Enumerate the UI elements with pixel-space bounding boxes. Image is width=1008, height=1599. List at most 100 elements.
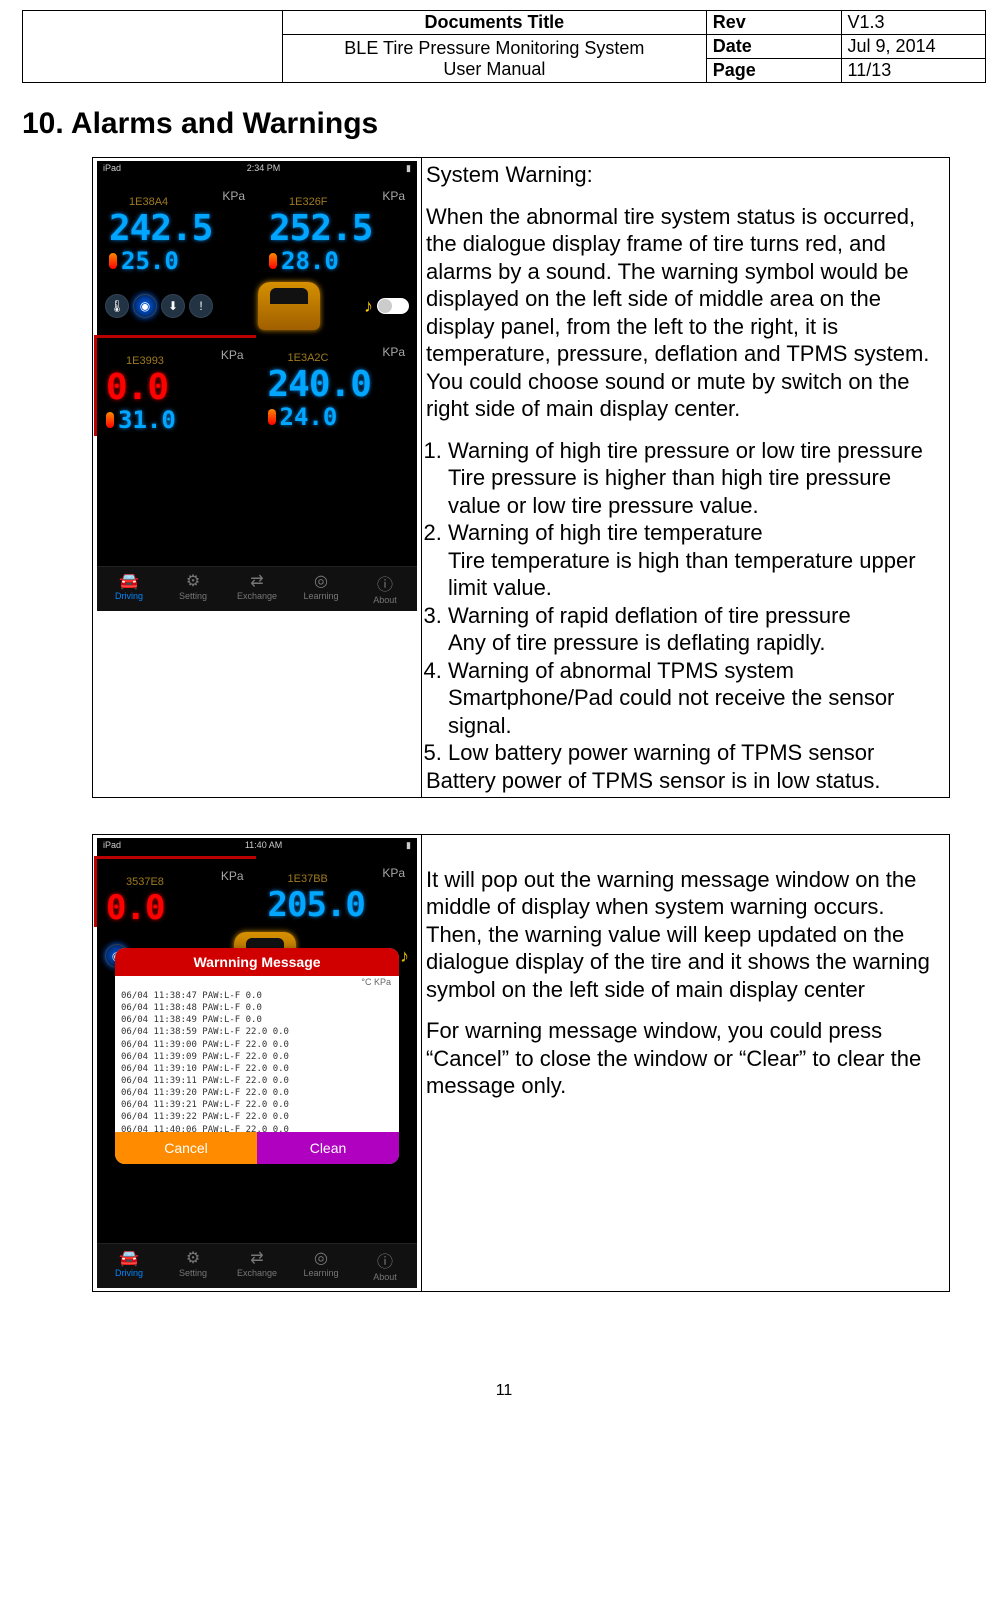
popup-description-2: For warning message window, you could pr… <box>426 1017 945 1100</box>
tire-front-right: 1E326F KPa 252.5 28.0 <box>257 179 417 277</box>
tpms-warning-icon: ! <box>189 294 213 318</box>
rev-value: V1.3 <box>841 11 985 35</box>
thermometer-icon <box>269 253 277 269</box>
status-time: 11:40 AM <box>245 840 282 854</box>
kpa-label: KPa <box>382 189 405 203</box>
pressure-value: 252.5 <box>269 211 411 247</box>
temp-value: 28.0 <box>281 247 339 275</box>
warning-popup: Warnning Message °C KPa 06/04 11:38:47 P… <box>115 948 399 1164</box>
popup-message-row: 06/04 11:39:09 PAW:L-F 22.0 0.0 <box>121 1051 393 1063</box>
tab-exchange[interactable]: ⇄Exchange <box>225 1244 289 1288</box>
pressure-value: 205.0 <box>268 888 412 922</box>
tab-learning[interactable]: ◎Learning <box>289 567 353 611</box>
alarm-table-1: iPad 2:34 PM ▮ 1E38A4 KPa 242.5 25.0 1E3… <box>92 157 950 798</box>
kpa-label: KPa <box>382 866 405 880</box>
tire-front-right: 1E37BB KPa 205.0 <box>256 856 418 927</box>
tab-learning[interactable]: ◎Learning <box>289 1244 353 1288</box>
car-icon: 🚘 <box>97 1248 161 1268</box>
section-title: 10. Alarms and Warnings <box>22 107 986 141</box>
warn-item-5-detail: Battery power of TPMS sensor is in low s… <box>426 768 880 793</box>
popup-message-row: 06/04 11:38:47 PAW:L-F 0.0 <box>121 990 393 1002</box>
popup-description-1: It will pop out the warning message wind… <box>426 866 945 1004</box>
page-label: Page <box>706 59 841 83</box>
temp-value: 31.0 <box>118 406 176 434</box>
warning-icons: 🌡 ◉ ⬇ ! <box>105 294 213 318</box>
tire-id: 1E37BB <box>288 873 328 885</box>
popup-message-row: 06/04 11:39:20 PAW:L-F 22.0 0.0 <box>121 1087 393 1099</box>
description-2: It will pop out the warning message wind… <box>422 835 950 1292</box>
pressure-value: 240.0 <box>268 367 412 403</box>
date-value: Jul 9, 2014 <box>841 35 985 59</box>
tire-rear-left: 1E3993 KPa 0.0 31.0 <box>94 335 256 436</box>
system-warning-body: When the abnormal tire system status is … <box>426 203 945 423</box>
tire-front-left: 1E38A4 KPa 242.5 25.0 <box>97 179 257 277</box>
system-warning-heading: System Warning: <box>426 161 945 189</box>
car-icon: 🚘 <box>97 571 161 591</box>
app-screenshot-2: iPad 11:40 AM ▮ 3537E8 KPa 0.0 1E37BB KP… <box>97 838 417 1288</box>
status-time: 2:34 PM <box>247 163 281 177</box>
tab-about[interactable]: ⓘAbout <box>353 567 417 611</box>
popup-message-list: 06/04 11:38:47 PAW:L-F 0.006/04 11:38:48… <box>115 988 399 1132</box>
clean-button[interactable]: Clean <box>257 1132 399 1164</box>
temperature-warning-icon: 🌡 <box>105 294 129 318</box>
page-number: 11 <box>22 1382 986 1400</box>
battery-icon: ▮ <box>406 840 411 854</box>
doc-title-label: Documents Title <box>283 11 707 35</box>
status-device: iPad <box>103 840 121 854</box>
document-header: Documents Title Rev V1.3 BLE Tire Pressu… <box>22 10 986 83</box>
page-value: 11/13 <box>841 59 985 83</box>
popup-message-row: 06/04 11:39:10 PAW:L-F 22.0 0.0 <box>121 1063 393 1075</box>
kpa-label: KPa <box>382 345 405 359</box>
info-icon: ⓘ <box>353 571 417 595</box>
tab-about[interactable]: ⓘAbout <box>353 1244 417 1288</box>
mute-switch[interactable] <box>377 298 409 314</box>
thermometer-icon <box>268 409 276 425</box>
deflation-warning-icon: ⬇ <box>161 294 185 318</box>
exchange-icon: ⇄ <box>225 1248 289 1268</box>
tire-id: 1E326F <box>289 196 328 208</box>
alarm-table-2: iPad 11:40 AM ▮ 3537E8 KPa 0.0 1E37BB KP… <box>92 834 950 1292</box>
header-blank <box>23 11 283 83</box>
status-device: iPad <box>103 163 121 177</box>
tire-rear-right: 1E3A2C KPa 240.0 24.0 <box>256 335 418 436</box>
warn-item-3: Warning of rapid deflation of tire press… <box>448 602 945 657</box>
tire-id: 1E3993 <box>126 355 164 367</box>
status-bar: iPad 2:34 PM ▮ <box>97 161 417 179</box>
pressure-warning-icon: ◉ <box>133 294 157 318</box>
tab-exchange[interactable]: ⇄Exchange <box>225 567 289 611</box>
screenshot-2-cell: iPad 11:40 AM ▮ 3537E8 KPa 0.0 1E37BB KP… <box>93 835 422 1292</box>
tab-driving[interactable]: 🚘Driving <box>97 1244 161 1288</box>
tire-id: 1E38A4 <box>129 196 168 208</box>
warn-item-4: Warning of abnormal TPMS systemSmartphon… <box>448 657 945 740</box>
warn-item-5: Low battery power warning of TPMS sensor <box>448 739 945 767</box>
rev-label: Rev <box>706 11 841 35</box>
nav-tabs: 🚘Driving ⚙Setting ⇄Exchange ◎Learning ⓘA… <box>97 1243 417 1288</box>
app-screenshot-1: iPad 2:34 PM ▮ 1E38A4 KPa 242.5 25.0 1E3… <box>97 161 417 611</box>
tab-driving[interactable]: 🚘Driving <box>97 567 161 611</box>
warn-item-1: Warning of high tire pressure or low tir… <box>448 437 945 520</box>
pressure-value: 0.0 <box>106 891 250 925</box>
warning-list: Warning of high tire pressure or low tir… <box>426 437 945 767</box>
kpa-label: KPa <box>222 189 245 203</box>
music-icon: ♪ <box>400 946 409 967</box>
sound-toggle[interactable]: ♪ <box>364 296 409 317</box>
cancel-button[interactable]: Cancel <box>115 1132 257 1164</box>
thermometer-icon <box>109 253 117 269</box>
warn-item-2: Warning of high tire temperatureTire tem… <box>448 519 945 602</box>
popup-units: °C KPa <box>115 976 399 988</box>
tab-setting[interactable]: ⚙Setting <box>161 1244 225 1288</box>
status-bar: iPad 11:40 AM ▮ <box>97 838 417 856</box>
exchange-icon: ⇄ <box>225 571 289 591</box>
tab-setting[interactable]: ⚙Setting <box>161 567 225 611</box>
kpa-label: KPa <box>221 869 244 883</box>
popup-message-row: 06/04 11:38:59 PAW:L-F 22.0 0.0 <box>121 1026 393 1038</box>
popup-title: Warnning Message <box>115 948 399 976</box>
popup-message-row: 06/04 11:39:00 PAW:L-F 22.0 0.0 <box>121 1039 393 1051</box>
popup-message-row: 06/04 11:39:22 PAW:L-F 22.0 0.0 <box>121 1111 393 1123</box>
temp-value: 24.0 <box>280 403 338 431</box>
temp-value: 25.0 <box>121 247 179 275</box>
kpa-label: KPa <box>221 348 244 362</box>
tire-front-left: 3537E8 KPa 0.0 <box>94 856 256 927</box>
doc-title: BLE Tire Pressure Monitoring System User… <box>283 35 707 83</box>
popup-message-row: 06/04 11:38:48 PAW:L-F 0.0 <box>121 1002 393 1014</box>
